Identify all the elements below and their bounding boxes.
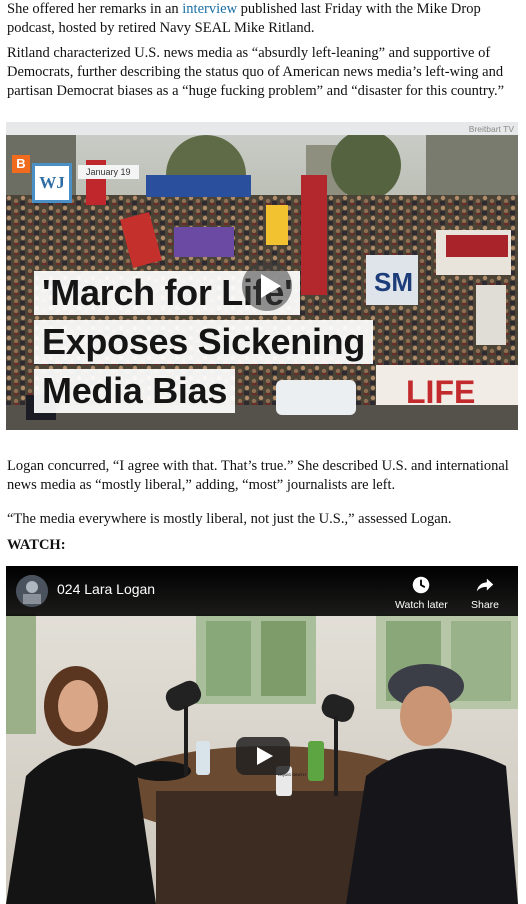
paragraph-text: She offered her remarks in an (7, 1, 183, 17)
interview-link[interactable]: interview (182, 1, 237, 17)
video-source-label: Breitbart TV (468, 124, 514, 134)
podcast-studio-image: LIQUID DEATH (6, 566, 518, 904)
sign-text: SM (374, 267, 413, 297)
banner-text: LIFE (406, 374, 475, 410)
play-icon[interactable] (261, 274, 281, 298)
clock-icon (413, 576, 430, 594)
video-headline: 'March for Life' Exposes Sickening Media… (34, 271, 374, 418)
share-arrow-icon (476, 578, 494, 592)
youtube-play-icon[interactable] (257, 747, 273, 765)
watch-later-label: Watch later (395, 599, 448, 611)
watch-later-button[interactable]: Watch later (395, 574, 448, 611)
breitbart-logo: B (12, 155, 30, 173)
headline-line: Exposes Sickening (34, 320, 374, 364)
video-thumbnail[interactable]: SM LIFE B WJ January 19 'March for Life'… (6, 135, 518, 430)
headline-line: Media Bias (34, 369, 236, 413)
date-tag: January 19 (78, 165, 139, 179)
article-paragraph-1: She offered her remarks in an interview … (7, 0, 519, 38)
watch-label: WATCH: (7, 537, 66, 553)
youtube-video-player[interactable]: LIQUID DEATH 024 Lara Logan Watch later … (6, 566, 518, 904)
share-button[interactable]: Share (471, 574, 499, 611)
article-paragraph-2: Ritland characterized U.S. news media as… (7, 45, 505, 99)
article-paragraph-4: “The media everywhere is mostly liberal,… (7, 511, 452, 527)
share-label: Share (471, 599, 500, 611)
youtube-video-title[interactable]: 024 Lara Logan (57, 581, 155, 597)
channel-avatar[interactable] (16, 575, 48, 607)
breitbart-video-player[interactable]: Breitbart TV SM LIFE B WJ January 19 'Ma… (6, 122, 518, 430)
western-journal-logo: WJ (32, 163, 72, 203)
article-paragraph-3: Logan concurred, “I agree with that. Tha… (7, 458, 509, 493)
